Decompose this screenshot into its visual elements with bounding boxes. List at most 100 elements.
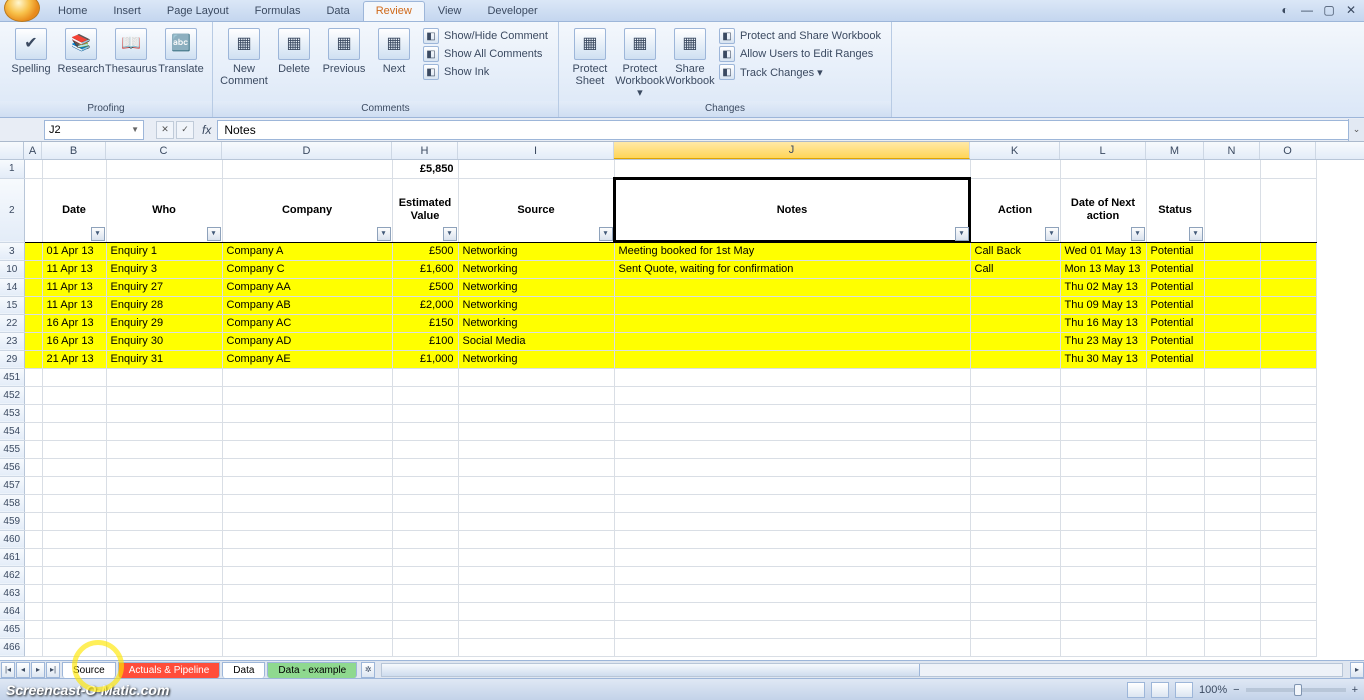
- row-header[interactable]: 460: [0, 530, 24, 548]
- row-header[interactable]: 465: [0, 620, 24, 638]
- cell[interactable]: [614, 386, 970, 404]
- zoom-out-icon[interactable]: −: [1233, 684, 1239, 696]
- cell[interactable]: [970, 530, 1060, 548]
- cell[interactable]: [458, 404, 614, 422]
- cell[interactable]: [1204, 638, 1260, 656]
- cell[interactable]: [458, 494, 614, 512]
- cell[interactable]: [222, 386, 392, 404]
- cell[interactable]: [1146, 512, 1204, 530]
- scroll-right-icon[interactable]: ▸: [1350, 662, 1364, 678]
- row-header[interactable]: 455: [0, 440, 24, 458]
- cell[interactable]: [392, 494, 458, 512]
- cell[interactable]: [1060, 620, 1146, 638]
- show-all-comments-button[interactable]: ◧Show All Comments: [423, 46, 548, 62]
- help-icon[interactable]: ◐: [1278, 3, 1292, 17]
- cell[interactable]: [42, 386, 106, 404]
- cell[interactable]: [1204, 566, 1260, 584]
- cell[interactable]: £100: [392, 332, 458, 350]
- cell[interactable]: Call Back: [970, 242, 1060, 260]
- cell[interactable]: [24, 602, 42, 620]
- cell[interactable]: [42, 440, 106, 458]
- previous-button[interactable]: ▦Previous: [319, 26, 369, 87]
- cell[interactable]: [1260, 548, 1316, 566]
- ribbon-tab-review[interactable]: Review: [363, 1, 425, 21]
- cell[interactable]: 11 Apr 13: [42, 278, 106, 296]
- cell[interactable]: [1260, 638, 1316, 656]
- cell[interactable]: [1260, 494, 1316, 512]
- cell[interactable]: [42, 422, 106, 440]
- cell[interactable]: Company AA: [222, 278, 392, 296]
- cell[interactable]: [614, 332, 970, 350]
- cell[interactable]: [42, 494, 106, 512]
- cell[interactable]: [222, 512, 392, 530]
- cell[interactable]: [1204, 548, 1260, 566]
- cell[interactable]: [1204, 260, 1260, 278]
- row-header[interactable]: 457: [0, 476, 24, 494]
- cell[interactable]: [222, 494, 392, 512]
- cell[interactable]: [1260, 422, 1316, 440]
- cell[interactable]: [222, 422, 392, 440]
- cell[interactable]: [1260, 512, 1316, 530]
- cell[interactable]: [458, 602, 614, 620]
- cell[interactable]: £500: [392, 278, 458, 296]
- cell[interactable]: [1204, 350, 1260, 368]
- cell[interactable]: [392, 404, 458, 422]
- cell[interactable]: [1260, 368, 1316, 386]
- cell[interactable]: [1146, 638, 1204, 656]
- cell[interactable]: [106, 386, 222, 404]
- column-header-K[interactable]: K: [970, 142, 1060, 159]
- cell[interactable]: [24, 440, 42, 458]
- spreadsheet-grid[interactable]: ABCDHIJKLMNO 1£5,8502DateWhoCompanyEstim…: [0, 142, 1364, 678]
- cell[interactable]: [1204, 242, 1260, 260]
- cell[interactable]: [970, 296, 1060, 314]
- allow-users-to-edit-ranges-button[interactable]: ◧Allow Users to Edit Ranges: [719, 46, 881, 62]
- cell[interactable]: [392, 530, 458, 548]
- cell[interactable]: £2,000: [392, 296, 458, 314]
- ribbon-tab-home[interactable]: Home: [45, 1, 100, 21]
- first-sheet-icon[interactable]: |◂: [1, 662, 15, 678]
- cell[interactable]: [1204, 512, 1260, 530]
- cell[interactable]: [1260, 242, 1316, 260]
- column-header-M[interactable]: M: [1146, 142, 1204, 159]
- cell[interactable]: [1260, 530, 1316, 548]
- cell[interactable]: [1260, 602, 1316, 620]
- cell[interactable]: [614, 566, 970, 584]
- cell[interactable]: [1260, 476, 1316, 494]
- row-header[interactable]: 453: [0, 404, 24, 422]
- filter-button[interactable]: [91, 227, 105, 241]
- last-sheet-icon[interactable]: ▸|: [46, 662, 60, 678]
- cell[interactable]: [222, 404, 392, 422]
- chevron-down-icon[interactable]: ▼: [131, 125, 139, 134]
- row-header[interactable]: 2: [0, 178, 24, 242]
- cell[interactable]: [222, 638, 392, 656]
- cell[interactable]: [614, 278, 970, 296]
- row-header[interactable]: 22: [0, 314, 24, 332]
- row-header[interactable]: 10: [0, 260, 24, 278]
- cell[interactable]: [222, 548, 392, 566]
- row-header[interactable]: 462: [0, 566, 24, 584]
- cell[interactable]: [970, 620, 1060, 638]
- cell[interactable]: [458, 638, 614, 656]
- cell[interactable]: [1260, 566, 1316, 584]
- cell[interactable]: [614, 368, 970, 386]
- cell[interactable]: [106, 566, 222, 584]
- cell[interactable]: 11 Apr 13: [42, 296, 106, 314]
- cell[interactable]: [970, 512, 1060, 530]
- ribbon-tab-developer[interactable]: Developer: [474, 1, 550, 21]
- formula-input[interactable]: Notes: [217, 120, 1348, 140]
- cell[interactable]: [42, 458, 106, 476]
- cell[interactable]: [392, 620, 458, 638]
- cell[interactable]: [42, 566, 106, 584]
- sheet-tab-data-example[interactable]: Data - example: [267, 662, 357, 678]
- cell[interactable]: [614, 530, 970, 548]
- cell[interactable]: [614, 404, 970, 422]
- cell[interactable]: 16 Apr 13: [42, 332, 106, 350]
- cell[interactable]: [42, 638, 106, 656]
- ribbon-tab-view[interactable]: View: [425, 1, 475, 21]
- cell[interactable]: Enquiry 1: [106, 242, 222, 260]
- cell[interactable]: [1204, 602, 1260, 620]
- cell[interactable]: [1204, 160, 1260, 178]
- cell[interactable]: [614, 314, 970, 332]
- cell[interactable]: [1060, 458, 1146, 476]
- cell[interactable]: [458, 476, 614, 494]
